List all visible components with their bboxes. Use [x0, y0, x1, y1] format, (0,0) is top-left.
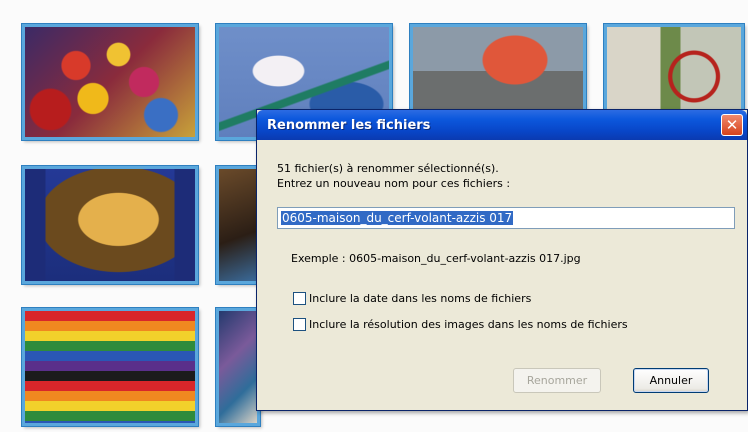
instruction-text: Entrez un nouveau nom pour ces fichiers …: [277, 177, 511, 190]
close-icon: ✕: [725, 115, 739, 134]
include-resolution-option[interactable]: Inclure la résolution des images dans le…: [293, 318, 628, 331]
photo-thumbnail[interactable]: [22, 308, 198, 426]
new-name-input[interactable]: 0605-maison_du_cerf-volant-azzis 017: [277, 207, 735, 229]
dialog-titlebar[interactable]: Renommer les fichiers ✕: [257, 110, 747, 140]
cancel-button[interactable]: Annuler: [633, 368, 709, 393]
photo-thumbnail[interactable]: [22, 24, 198, 140]
include-date-option[interactable]: Inclure la date dans les noms de fichier…: [293, 292, 531, 305]
dialog-title: Renommer les fichiers: [267, 118, 431, 133]
new-name-value: 0605-maison_du_cerf-volant-azzis 017: [281, 211, 514, 225]
rename-files-dialog: Renommer les fichiers ✕ 51 fichier(s) à …: [256, 109, 748, 411]
include-resolution-checkbox[interactable]: [293, 318, 306, 331]
photo-thumbnail[interactable]: [216, 308, 260, 426]
include-date-label: Inclure la date dans les noms de fichier…: [309, 292, 532, 305]
example-filename: Exemple : 0605-maison_du_cerf-volant-azz…: [291, 252, 581, 265]
photo-thumbnail[interactable]: [216, 166, 260, 284]
selection-count-text: 51 fichier(s) à renommer sélectionné(s).: [277, 162, 499, 175]
close-button[interactable]: ✕: [721, 114, 743, 136]
photo-thumbnail[interactable]: [22, 166, 198, 284]
include-date-checkbox[interactable]: [293, 292, 306, 305]
rename-button[interactable]: Renommer: [513, 368, 601, 393]
include-resolution-label: Inclure la résolution des images dans le…: [309, 318, 628, 331]
